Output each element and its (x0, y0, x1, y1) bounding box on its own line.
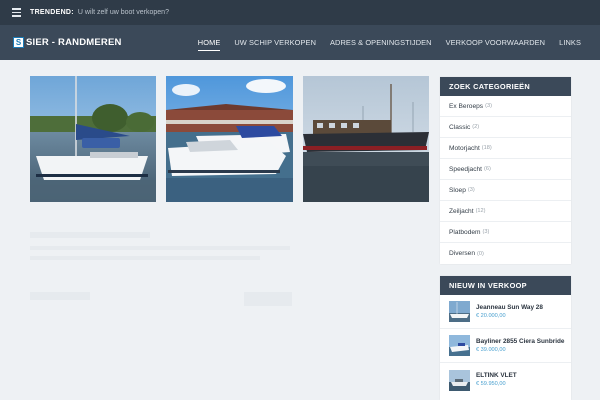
category-item[interactable]: Motorjacht (18) (440, 138, 571, 159)
category-item[interactable]: Zeiljacht (12) (440, 201, 571, 222)
sale-thumbnail[interactable] (449, 335, 470, 356)
category-count: (12) (475, 208, 486, 214)
placeholder-block (30, 232, 150, 238)
category-count: (3) (485, 103, 492, 109)
trending-bar: TRENDEND: U wilt zelf uw boot verkopen? (0, 0, 600, 25)
nav-verkoop-voorwaarden[interactable]: VERKOOP VOORWAARDEN (446, 25, 546, 60)
category-item[interactable]: Ex Beroeps (3) (440, 96, 571, 117)
category-count: (3) (482, 229, 490, 235)
category-count: (0) (477, 250, 484, 257)
sale-title[interactable]: Jeanneau Sun Way 28 (476, 304, 543, 312)
sale-item[interactable]: ELTINK VLET € 59.950,00 (440, 363, 571, 397)
boat-photo-motoryacht[interactable] (166, 76, 293, 202)
new-for-sale-widget: NIEUW IN VERKOOP Jeanneau Sun Way 28 € 2… (440, 276, 571, 400)
boat-photo-sailboat[interactable] (30, 76, 156, 202)
boat-photo-classic[interactable] (303, 76, 429, 202)
menu-icon[interactable] (12, 8, 21, 17)
category-count: (6) (484, 166, 491, 172)
nav-adres-openingstijden[interactable]: ADRES & OPENINGSTIJDEN (330, 25, 432, 60)
nav-home[interactable]: HOME (197, 25, 221, 60)
nav-links[interactable]: LINKS (559, 25, 581, 60)
site-logo[interactable]: S SIER - RANDMEREN (13, 37, 122, 48)
sale-price: € 20.000,00 (476, 312, 506, 319)
category-name: Diversen (449, 250, 476, 257)
category-item[interactable]: Sloep (3) (440, 180, 571, 201)
category-item[interactable]: Platbodem (3) (440, 222, 571, 243)
nav-uw-schip-verkopen[interactable]: UW SCHIP VERKOPEN (234, 25, 316, 60)
placeholder-block (30, 246, 290, 250)
new-for-sale-title: NIEUW IN VERKOOP (440, 276, 571, 295)
placeholder-block (30, 256, 260, 260)
placeholder-block (30, 292, 90, 300)
sale-thumbnail[interactable] (449, 369, 470, 391)
category-name: Sloep (449, 186, 466, 194)
category-item[interactable]: Speedjacht (6) (440, 159, 571, 180)
sale-price: € 39.000,00 (476, 346, 506, 353)
sale-thumbnail[interactable] (449, 301, 470, 322)
logo-icon: S (13, 37, 24, 48)
sale-price: € 59.950,00 (476, 381, 506, 387)
category-name: Platbodem (449, 228, 481, 236)
category-item[interactable]: Classic (2) (440, 117, 571, 138)
category-name: Zeiljacht (449, 207, 474, 215)
categories-widget: ZOEK CATEGORIEËN Ex Beroeps (3) Classic (2… (440, 77, 571, 264)
placeholder-block (244, 292, 292, 306)
category-count: (2) (472, 124, 480, 130)
category-name: Motorjacht (449, 144, 480, 152)
sale-title[interactable]: ELTINK VLET (476, 372, 517, 380)
category-name: Ex Beroeps (449, 102, 484, 110)
site-header: S SIER - RANDMEREN HOME UW SCHIP VERKOPE… (0, 25, 600, 60)
trending-label: TRENDEND: (30, 9, 74, 16)
category-name: Classic (449, 123, 471, 131)
category-count: (18) (481, 145, 492, 151)
category-count: (3) (467, 187, 475, 193)
sale-item[interactable]: Bayliner 2855 Ciera Sunbride € 39.000,00 (440, 329, 571, 363)
sale-title[interactable]: Bayliner 2855 Ciera Sunbride (476, 338, 564, 346)
main-nav: HOME UW SCHIP VERKOPEN ADRES & OPENINGST… (184, 25, 581, 60)
categories-title: ZOEK CATEGORIEËN (440, 77, 571, 96)
category-item[interactable]: Diversen (0) (440, 243, 571, 264)
category-name: Speedjacht (449, 165, 482, 173)
trending-link[interactable]: U wilt zelf uw boot verkopen? (78, 9, 169, 16)
sale-item[interactable]: Jeanneau Sun Way 28 € 20.000,00 (440, 295, 571, 329)
category-list: Ex Beroeps (3) Classic (2) Motorjacht (18) … (440, 96, 571, 264)
logo-text: SIER - RANDMEREN (26, 37, 122, 48)
